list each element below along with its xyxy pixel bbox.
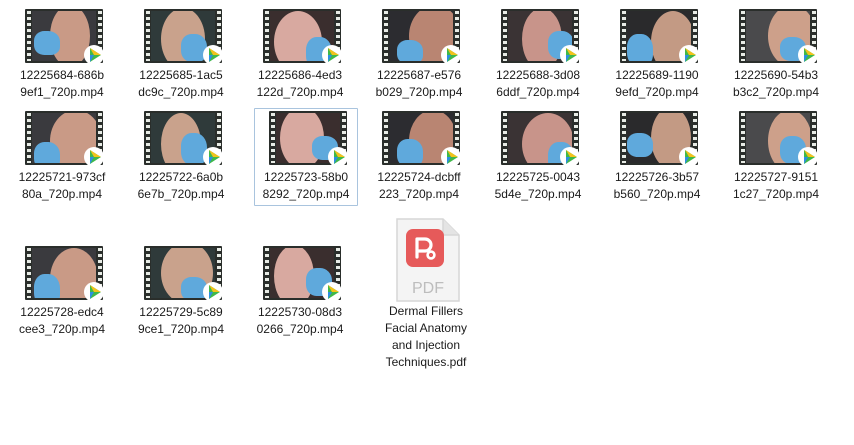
film-strip-edge (264, 248, 269, 298)
film-strip-edge (26, 113, 31, 163)
video-thumbnail (501, 9, 580, 65)
play-icon (84, 45, 104, 65)
file-tile[interactable]: 12225729-5c89 9ce1_720p.mp4 (129, 243, 233, 341)
file-name: 12225724-dcbff 223_720p.mp4 (377, 170, 461, 201)
film-strip-edge (621, 11, 626, 61)
video-thumbnail (25, 111, 104, 167)
file-name: 12225721-973cf 80a_720p.mp4 (18, 170, 106, 201)
file-name: 12225725-0043 5d4e_720p.mp4 (494, 170, 582, 201)
video-thumbnail (263, 9, 342, 65)
file-tile[interactable]: 12225724-dcbff 223_720p.mp4 (367, 108, 471, 206)
file-tile[interactable]: 12225690-54b3 b3c2_720p.mp4 (724, 6, 828, 104)
glove-shape (34, 31, 60, 55)
video-thumbnail (620, 111, 699, 167)
film-strip-edge (264, 11, 269, 61)
file-name: 12225730-08d3 0266_720p.mp4 (256, 305, 344, 336)
file-name: 12225685-1ac5 dc9c_720p.mp4 (138, 68, 224, 99)
film-strip-edge (145, 248, 150, 298)
video-thumbnail (739, 9, 818, 65)
file-tile[interactable]: 12225725-0043 5d4e_720p.mp4 (486, 108, 590, 206)
play-icon (322, 282, 342, 302)
play-icon (203, 45, 223, 65)
file-tile[interactable]: 12225721-973cf 80a_720p.mp4 (10, 108, 114, 206)
file-name: 12225684-686b 9ef1_720p.mp4 (19, 68, 105, 99)
file-name: 12225688-3d08 6ddf_720p.mp4 (495, 68, 581, 99)
video-thumbnail (144, 246, 223, 302)
video-thumbnail (739, 111, 818, 167)
film-strip-edge (740, 11, 745, 61)
file-name: 12225687-e576 b029_720p.mp4 (375, 68, 463, 99)
film-strip-edge (502, 113, 507, 163)
play-icon (798, 147, 818, 167)
play-icon (798, 45, 818, 65)
film-strip-edge (740, 113, 745, 163)
file-name: 12225726-3b57 b560_720p.mp4 (613, 170, 701, 201)
file-tile[interactable]: 12225688-3d08 6ddf_720p.mp4 (486, 6, 590, 104)
file-tile[interactable]: 12225728-edc4 cee3_720p.mp4 (10, 243, 114, 341)
film-strip-edge (383, 11, 388, 61)
file-name: 12225722-6a0b 6e7b_720p.mp4 (137, 170, 225, 201)
video-thumbnail (620, 9, 699, 65)
file-name: 12225723-58b0 8292_720p.mp4 (262, 170, 350, 201)
video-thumbnail (25, 9, 104, 65)
play-icon (560, 147, 580, 167)
film-strip-edge (383, 113, 388, 163)
film-strip-edge (26, 248, 31, 298)
file-view: 12225684-686b 9ef1_720p.mp4 12225685-1ac5… (0, 0, 854, 445)
file-name: 12225729-5c89 9ce1_720p.mp4 (137, 305, 225, 336)
play-icon (560, 45, 580, 65)
film-strip-edge (145, 113, 150, 163)
film-strip-edge (270, 113, 275, 163)
file-tile[interactable]: 12225686-4ed3 122d_720p.mp4 (248, 6, 352, 104)
video-thumbnail (25, 246, 104, 302)
file-tile[interactable]: 12225687-e576 b029_720p.mp4 (367, 6, 471, 104)
film-strip-edge (621, 113, 626, 163)
pdf-file-name: Dermal Fillers Facial Anatomy and Inject… (384, 304, 468, 369)
glove-shape (627, 34, 653, 61)
pdf-file-tile[interactable]: PDF Dermal Fillers Facial Anatomy and In… (374, 211, 478, 375)
glove-shape (34, 274, 60, 298)
glove-shape (34, 142, 60, 163)
file-name: 12225690-54b3 b3c2_720p.mp4 (732, 68, 820, 99)
video-thumbnail (144, 9, 223, 65)
file-tile[interactable]: 12225684-686b 9ef1_720p.mp4 (10, 6, 114, 104)
play-icon (84, 147, 104, 167)
play-icon (84, 282, 104, 302)
play-icon (328, 147, 348, 167)
glove-shape (397, 40, 423, 61)
file-tile[interactable]: 12225685-1ac5 dc9c_720p.mp4 (129, 6, 233, 104)
file-name: 12225727-9151 1c27_720p.mp4 (732, 170, 820, 201)
film-strip-edge (26, 11, 31, 61)
play-icon (441, 45, 461, 65)
file-name: 12225686-4ed3 122d_720p.mp4 (256, 68, 344, 99)
video-thumbnail (382, 111, 461, 167)
video-thumbnail (269, 111, 348, 167)
play-icon (203, 282, 223, 302)
pdf-badge-text: PDF (412, 280, 444, 297)
video-thumbnail (144, 111, 223, 167)
file-tile[interactable]: 12225726-3b57 b560_720p.mp4 (605, 108, 709, 206)
pdf-document-icon: PDF (396, 218, 460, 302)
play-icon (679, 147, 699, 167)
file-tile[interactable]: 12225689-1190 9efd_720p.mp4 (605, 6, 709, 104)
video-thumbnail (263, 246, 342, 302)
glove-shape (397, 139, 423, 163)
file-name: 12225728-edc4 cee3_720p.mp4 (18, 305, 106, 336)
video-thumbnail (501, 111, 580, 167)
film-strip-edge (145, 11, 150, 61)
glove-shape (627, 133, 653, 157)
file-tile[interactable]: 12225730-08d3 0266_720p.mp4 (248, 243, 352, 341)
file-tile[interactable]: 12225727-9151 1c27_720p.mp4 (724, 108, 828, 206)
play-icon (322, 45, 342, 65)
play-icon (203, 147, 223, 167)
file-tile[interactable]: 12225723-58b0 8292_720p.mp4 (254, 108, 358, 206)
play-icon (679, 45, 699, 65)
file-tile[interactable]: 12225722-6a0b 6e7b_720p.mp4 (129, 108, 233, 206)
play-icon (441, 147, 461, 167)
video-thumbnail (382, 9, 461, 65)
file-name: 12225689-1190 9efd_720p.mp4 (615, 68, 699, 99)
film-strip-edge (502, 11, 507, 61)
